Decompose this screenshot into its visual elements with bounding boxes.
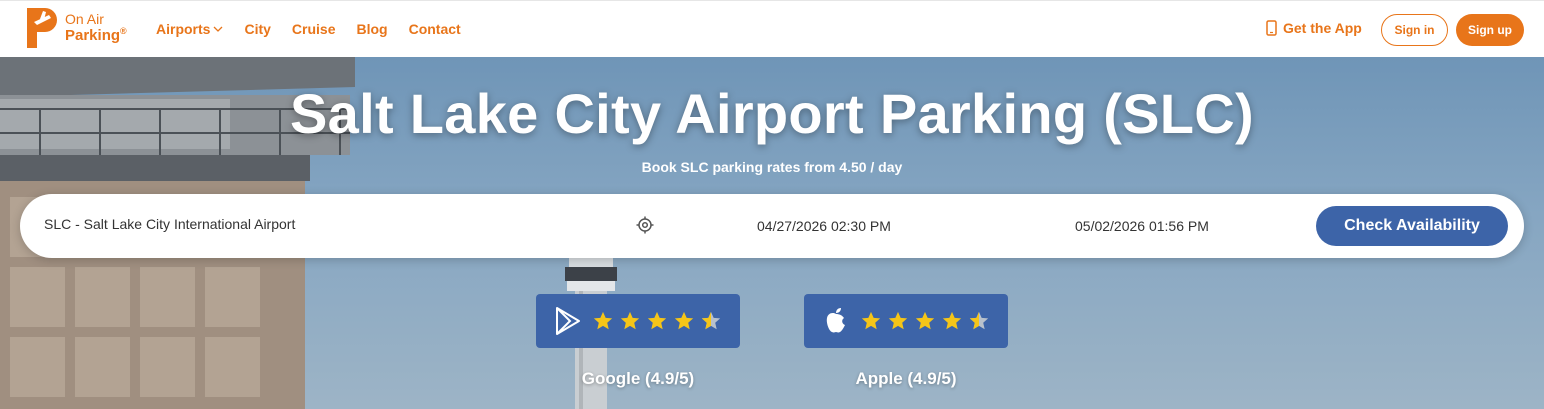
get-app-label: Get the App (1283, 20, 1362, 36)
logo[interactable]: On Air Parking® (25, 6, 127, 50)
google-rating-card[interactable] (536, 294, 740, 348)
google-play-icon (556, 307, 580, 335)
nav-item-blog[interactable]: Blog (356, 21, 387, 37)
sign-up-button[interactable]: Sign up (1456, 14, 1524, 46)
top-navbar: On Air Parking® Airports City Cruise Blo… (0, 0, 1544, 57)
get-app-link[interactable]: Get the App (1266, 20, 1362, 36)
star-icon (674, 311, 694, 330)
page-title: Salt Lake City Airport Parking (SLC) (289, 82, 1254, 145)
apple-icon (826, 308, 845, 333)
star-icon (888, 311, 908, 330)
star-icon (942, 311, 962, 330)
nav-item-city[interactable]: City (244, 21, 270, 37)
locate-icon[interactable] (636, 216, 654, 234)
apple-rating-card[interactable] (804, 294, 1008, 348)
logo-icon (27, 8, 57, 48)
star-icon (620, 311, 640, 330)
search-bar: 04/27/2026 02:30 PM 05/02/2026 01:56 PM … (20, 194, 1524, 258)
airport-location-input[interactable] (44, 216, 604, 232)
logo-text: On Air Parking® (65, 12, 127, 43)
logo-registered: ® (120, 25, 127, 36)
apple-stars (860, 310, 995, 332)
apple-rating-label: Apple (4.9/5) (855, 369, 957, 388)
star-icon (861, 311, 881, 330)
nav-item-airports[interactable]: Airports (156, 21, 223, 37)
hero-section: Salt Lake City Airport Parking (SLC) Boo… (0, 57, 1544, 409)
half-star-icon (969, 311, 989, 330)
main-nav: Airports City Cruise Blog Contact (156, 21, 482, 37)
logo-line1: On Air (65, 11, 104, 28)
start-datetime-field[interactable]: 04/27/2026 02:30 PM (757, 218, 957, 234)
chevron-down-icon (213, 26, 223, 32)
logo-line2: Parking (65, 26, 121, 44)
google-rating-label: Google (4.9/5) (581, 369, 695, 388)
star-icon (647, 311, 667, 330)
google-stars (592, 310, 727, 332)
half-star-icon (701, 311, 721, 330)
check-availability-button[interactable]: Check Availability (1316, 206, 1508, 246)
star-icon (915, 311, 935, 330)
nav-item-cruise[interactable]: Cruise (292, 21, 336, 37)
page-subtitle: Book SLC parking rates from 4.50 / day (641, 159, 903, 175)
nav-item-airports-label: Airports (156, 21, 211, 37)
phone-icon (1266, 20, 1277, 36)
nav-item-contact[interactable]: Contact (409, 21, 461, 37)
star-icon (593, 311, 613, 330)
end-datetime-field[interactable]: 05/02/2026 01:56 PM (1075, 218, 1275, 234)
sign-in-button[interactable]: Sign in (1381, 14, 1448, 46)
